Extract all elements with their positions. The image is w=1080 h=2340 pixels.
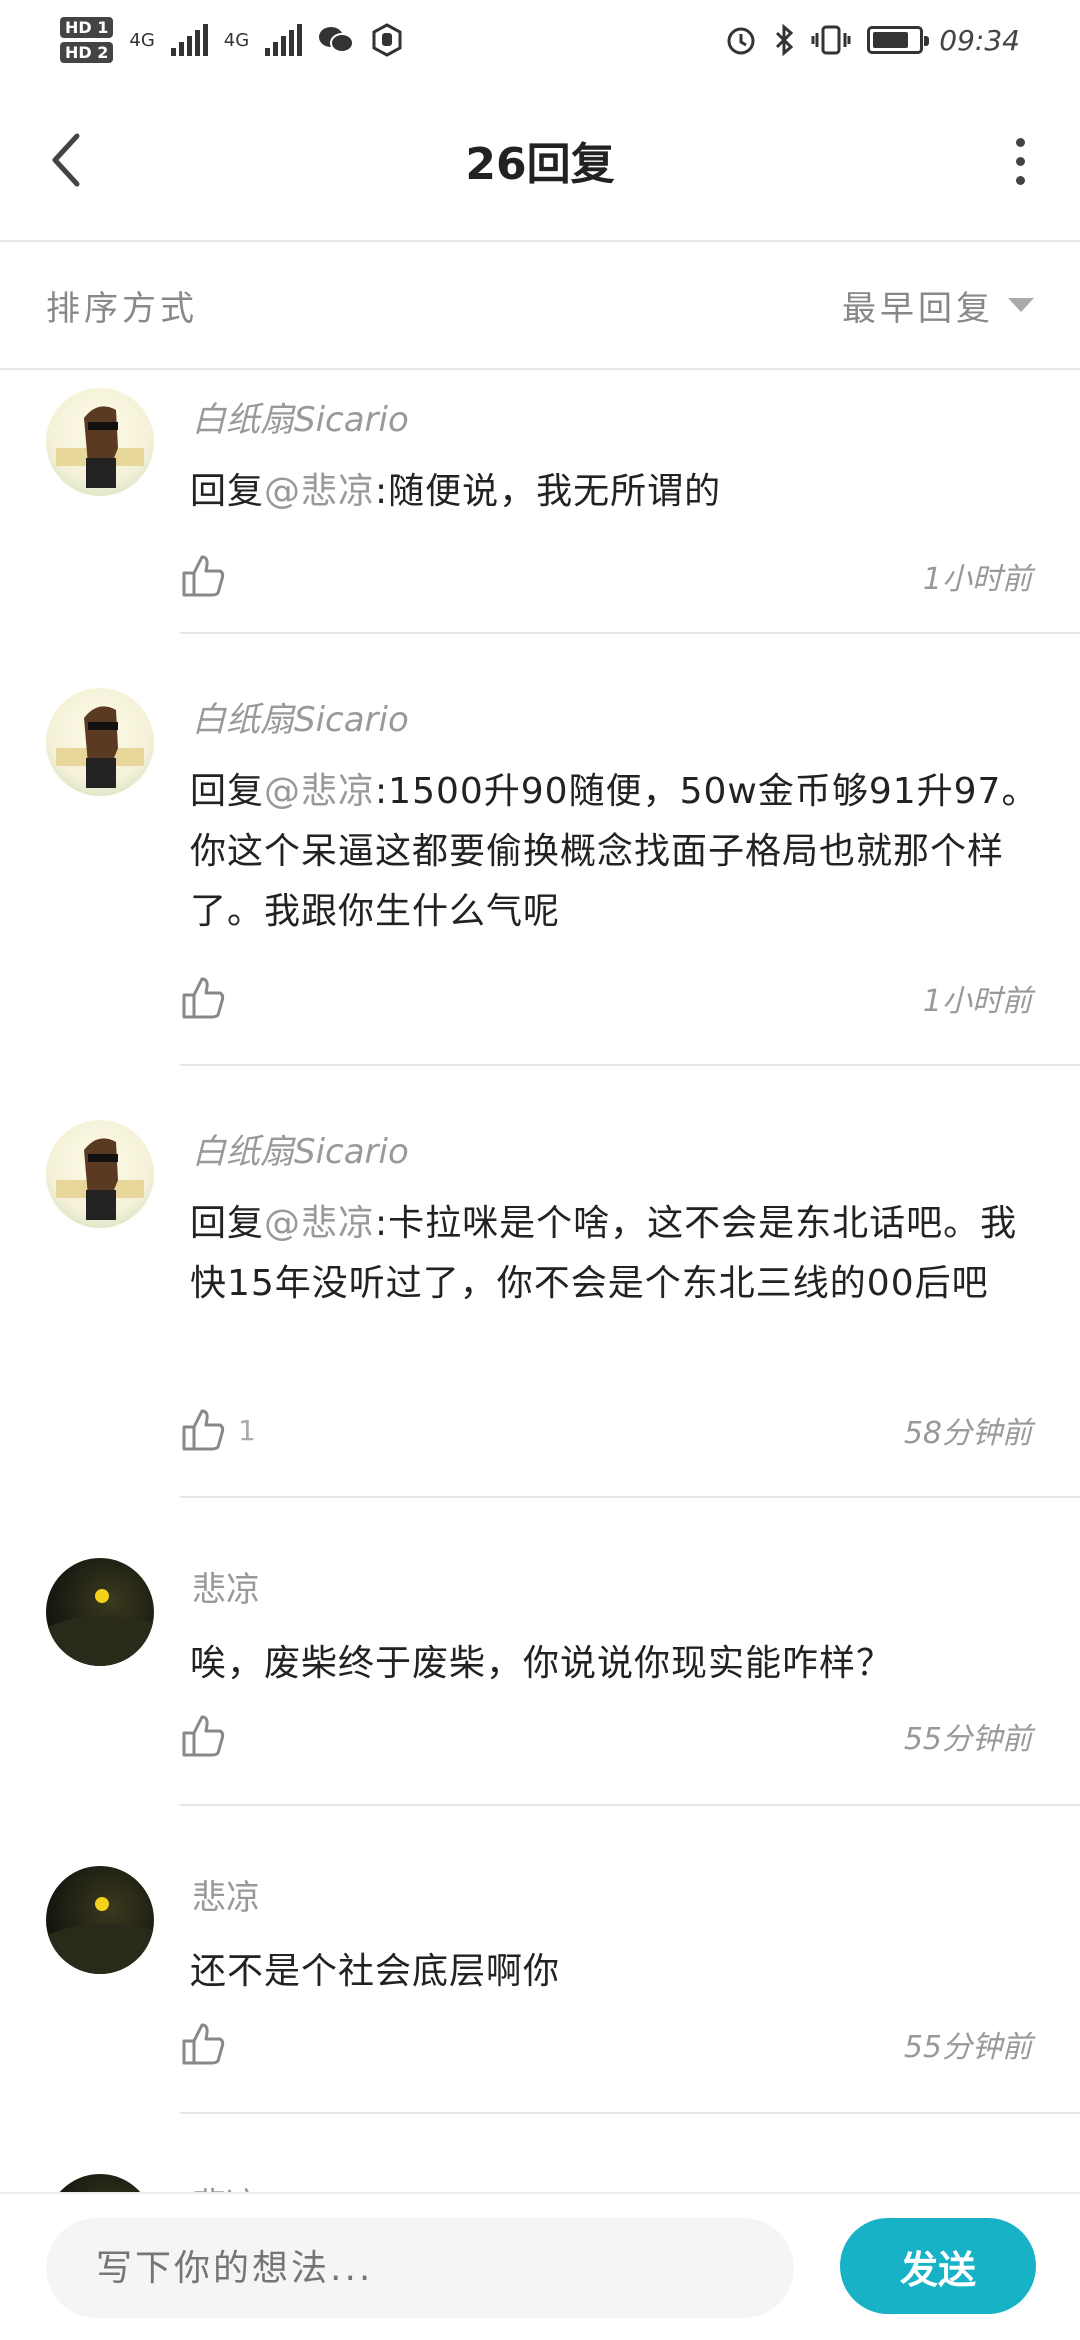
avatar[interactable]: [46, 388, 154, 496]
status-left: HD 1 HD 2 4G 4G: [60, 17, 404, 63]
comment-item: 白纸扇Sicario 回复@悲凉:随便说，我无所谓的 1小时前: [0, 380, 1080, 634]
avatar[interactable]: [46, 688, 154, 796]
comment-actions: 1 58分钟前: [180, 1400, 1032, 1460]
horse-avatar-icon: [56, 406, 144, 488]
bluetooth-icon: [776, 24, 794, 56]
sort-label: 排序方式: [46, 288, 198, 329]
more-options-button[interactable]: [1000, 126, 1040, 196]
dark-avatar-icon: [46, 2174, 154, 2192]
like-count: 1: [238, 1413, 256, 1447]
comment-list: 白纸扇Sicario 回复@悲凉:随便说，我无所谓的 1小时前 白纸扇Sicar…: [0, 370, 1080, 2192]
comment-content: 还不是个社会底层啊你: [190, 1942, 1040, 2002]
comment-content: 唉，废柴终于废柴，你说说你现实能咋样？: [190, 1634, 1040, 1694]
wechat-icon: [319, 27, 355, 53]
reply-prefix: 回复: [190, 471, 265, 512]
comment-item: 白纸扇Sicario 回复@悲凉:1500升90随便，50w金币够91升97。你…: [0, 634, 1080, 1066]
comment-item: 悲凉: [0, 2114, 1080, 2192]
sim1-badge: HD 1: [60, 17, 114, 38]
avatar[interactable]: [46, 1558, 154, 1666]
comment-item: 悲凉 唉，废柴终于废柴，你说说你现实能咋样？ 55分钟前: [0, 1498, 1080, 1806]
more-dot: [1015, 175, 1025, 185]
network-type-2: 4G: [223, 29, 250, 51]
sort-bar: 排序方式 最早回复: [0, 242, 1080, 370]
status-bar: HD 1 HD 2 4G 4G 09:34: [0, 0, 1080, 80]
comment-username[interactable]: 白纸扇Sicario: [192, 1124, 409, 1173]
comment-username[interactable]: 白纸扇Sicario: [192, 392, 409, 441]
comment-content: 回复@悲凉:卡拉咪是个啥，这不会是东北话吧。我快15年没听过了，你不会是个东北三…: [190, 1194, 1040, 1314]
comment-username[interactable]: 悲凉: [192, 2178, 260, 2192]
sort-selected-value: 最早回复: [842, 288, 994, 329]
comment-time: 1小时前: [922, 984, 1032, 1019]
thumbs-up-icon: [182, 1715, 225, 1757]
comment-time: 55分钟前: [903, 1722, 1032, 1757]
comment-item: 悲凉 还不是个社会底层啊你 55分钟前: [0, 1806, 1080, 2114]
status-time: 09:34: [939, 23, 1020, 57]
hand-icon: [372, 23, 402, 57]
sort-dropdown[interactable]: 最早回复: [842, 281, 1034, 330]
send-button[interactable]: 发送: [840, 2218, 1036, 2314]
horse-avatar-icon: [56, 706, 144, 788]
more-vertical-icon: [1015, 137, 1025, 147]
thumbs-up-icon: [182, 2023, 225, 2065]
comment-text: :随便说，我无所谓的: [375, 471, 722, 512]
comment-username[interactable]: 悲凉: [192, 1562, 260, 1611]
like-button[interactable]: [180, 975, 238, 1021]
more-dot: [1015, 156, 1025, 166]
sim-badges: HD 1 HD 2: [60, 17, 114, 63]
comment-time: 1小时前: [922, 562, 1032, 597]
comment-actions: 55分钟前: [180, 1706, 1032, 1766]
reply-prefix: 回复: [190, 771, 265, 812]
network-type-1: 4G: [129, 29, 155, 51]
comment-actions: 55分钟前: [180, 2014, 1032, 2074]
comment-actions: 1小时前: [180, 968, 1032, 1028]
comment-content: 回复@悲凉:1500升90随便，50w金币够91升97。你这个呆逼这都要偷换概念…: [190, 762, 1040, 942]
alarm-icon: [727, 27, 755, 55]
battery-icon: [867, 26, 930, 54]
comment-actions: 1小时前: [180, 546, 1032, 606]
sim2-badge: HD 2: [60, 42, 114, 63]
avatar[interactable]: [46, 2174, 154, 2192]
top-bar: 26回复: [0, 80, 1080, 242]
reply-bar: 发送: [0, 2192, 1080, 2340]
signal-icon: [265, 24, 303, 56]
comment-text: 唉，废柴终于废柴，你说说你现实能咋样？: [190, 1643, 894, 1684]
dark-avatar-icon: [46, 1589, 154, 1666]
avatar[interactable]: [46, 1120, 154, 1228]
mention-link[interactable]: @悲凉: [264, 1203, 375, 1244]
comment-username[interactable]: 悲凉: [192, 1870, 260, 1919]
comment-item: 白纸扇Sicario 回复@悲凉:卡拉咪是个啥，这不会是东北话吧。我快15年没听…: [0, 1066, 1080, 1498]
horse-avatar-icon: [56, 1138, 144, 1220]
reply-prefix: 回复: [190, 1203, 265, 1244]
like-button[interactable]: [180, 553, 238, 599]
comment-text: 还不是个社会底层啊你: [190, 1951, 561, 1992]
signal-icon: [170, 24, 208, 56]
avatar[interactable]: [46, 1866, 154, 1974]
thumbs-up-icon: [182, 977, 225, 1019]
like-button[interactable]: [180, 2021, 238, 2067]
like-button[interactable]: 1: [180, 1407, 256, 1453]
caret-down-icon: [1008, 298, 1034, 312]
thumbs-up-icon: [182, 555, 225, 597]
thumbs-up-icon: [182, 1409, 225, 1451]
comment-content: 回复@悲凉:随便说，我无所谓的: [190, 462, 1040, 522]
dark-avatar-icon: [46, 1897, 154, 1974]
vibrate-icon: [811, 25, 851, 55]
mention-link[interactable]: @悲凉: [264, 771, 375, 812]
mention-link[interactable]: @悲凉: [264, 471, 375, 512]
comment-username[interactable]: 白纸扇Sicario: [192, 692, 409, 741]
comment-time: 58分钟前: [903, 1416, 1032, 1451]
page-title: 26回复: [465, 139, 615, 190]
comment-time: 55分钟前: [903, 2030, 1032, 2065]
reply-input[interactable]: [46, 2218, 794, 2318]
like-button[interactable]: [180, 1713, 238, 1759]
status-right: 09:34: [725, 24, 1020, 57]
